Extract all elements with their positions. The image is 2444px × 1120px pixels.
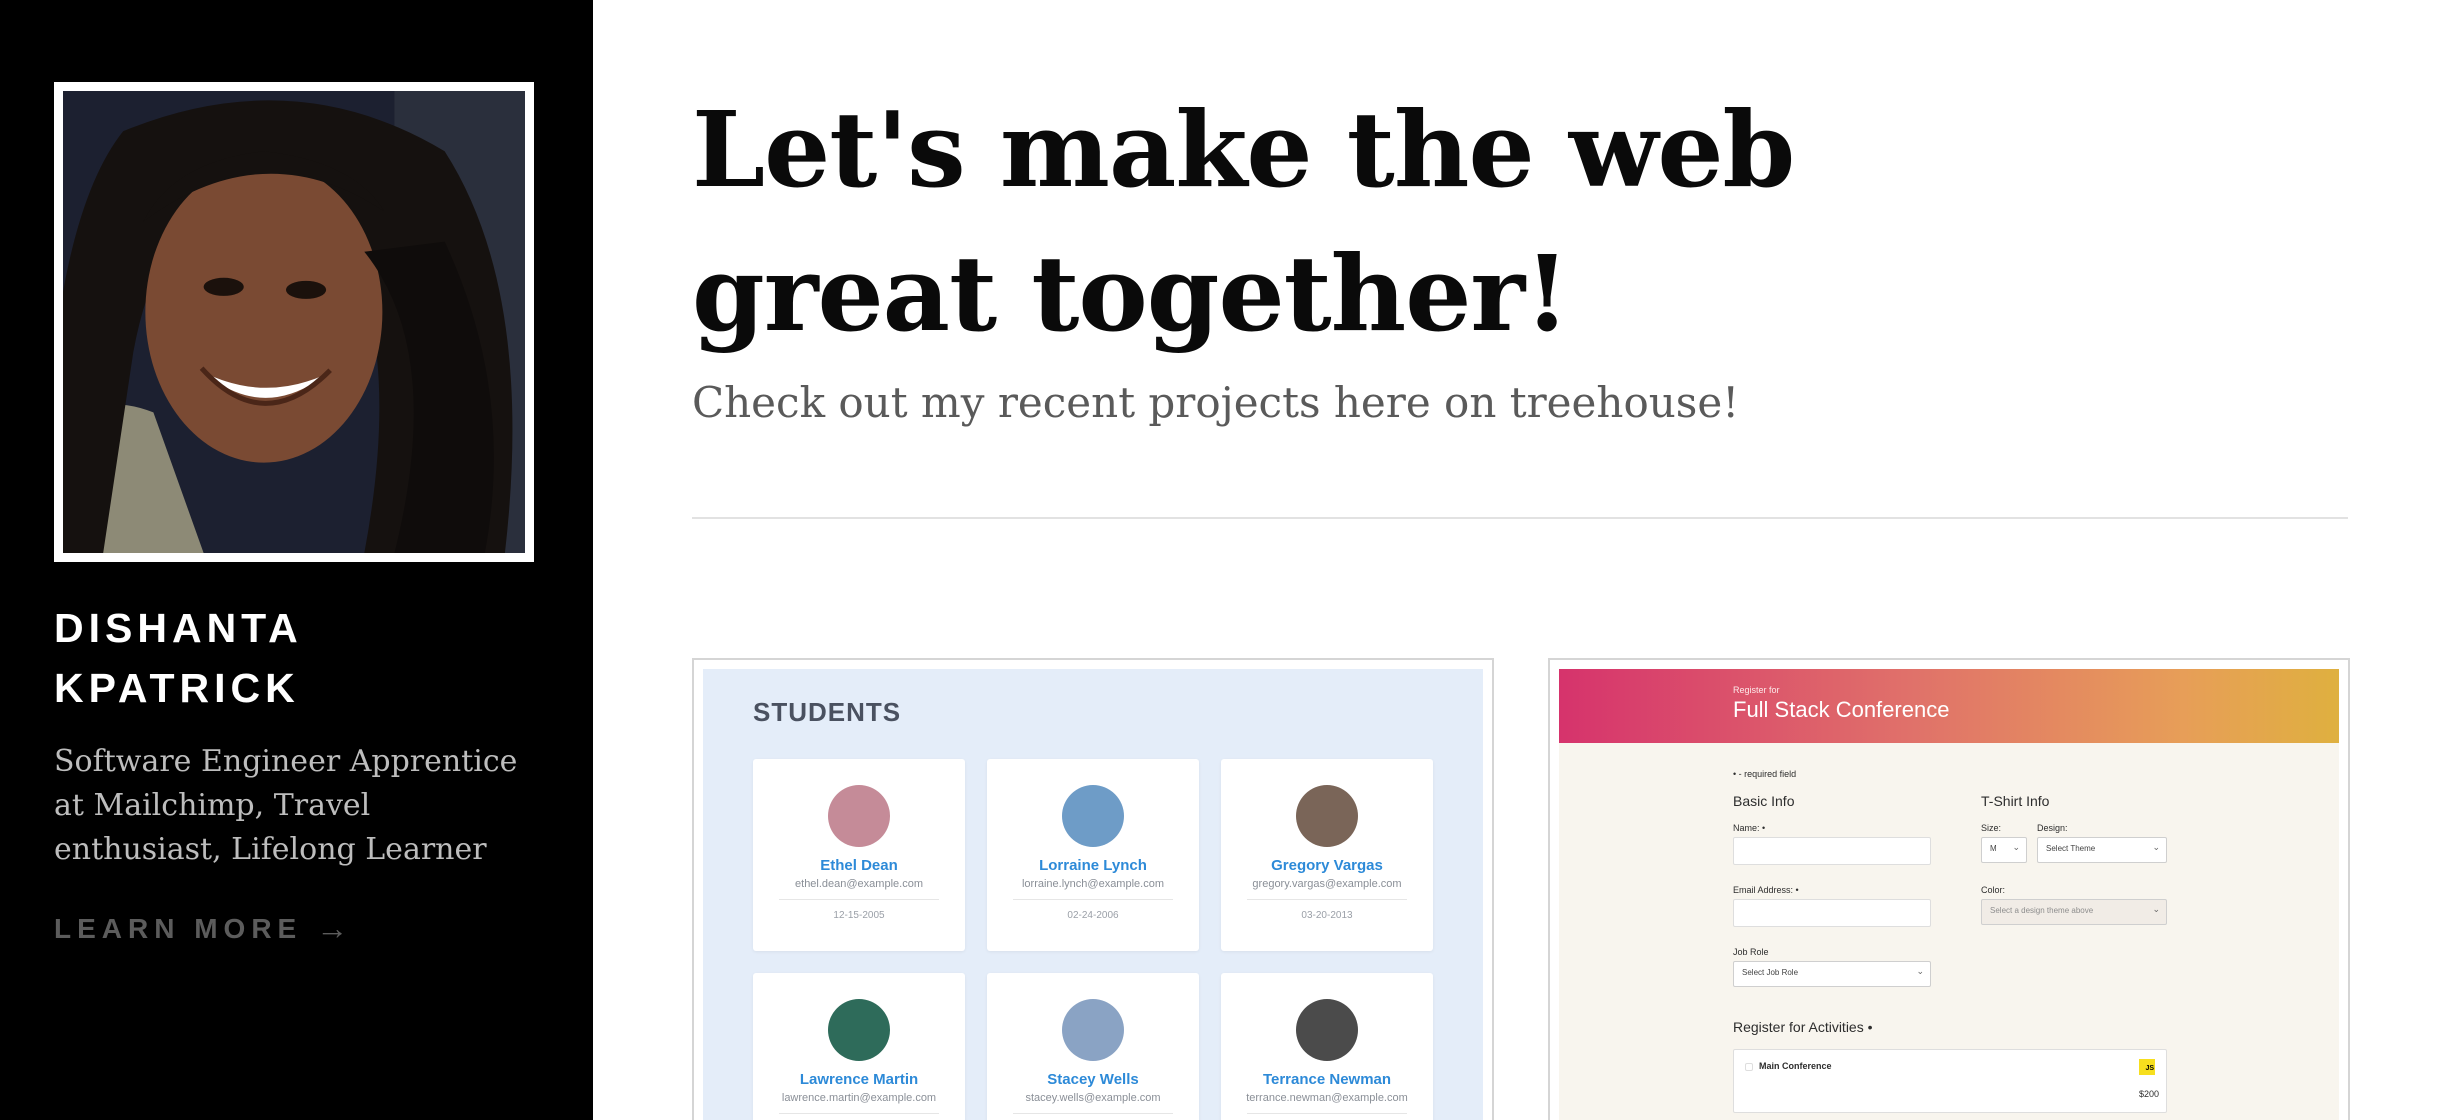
activity-main-conference — [1733, 1049, 2167, 1113]
tshirt-info-heading: T-Shirt Info — [1981, 793, 2050, 809]
arrow-right-icon: → — [316, 910, 349, 946]
js-logo: JS — [2139, 1059, 2155, 1075]
student-divider — [779, 899, 939, 900]
name-label: Name: • — [1733, 823, 1766, 833]
students-title: STUDENTS — [753, 697, 902, 727]
conference-thumbnail: Register for Full Stack Conference • - r… — [1559, 669, 2339, 1120]
student-avatar — [828, 999, 890, 1061]
chevron-down-icon: ⌄ — [2012, 842, 2020, 852]
size-select: M ⌄ — [1981, 837, 2027, 863]
chevron-down-icon: ⌄ — [2152, 842, 2160, 852]
student-avatar — [1062, 999, 1124, 1061]
project-card-conference[interactable]: Register for Full Stack Conference • - r… — [1548, 658, 2350, 1120]
color-value: Select a design theme above — [1990, 906, 2094, 915]
student-name: Lorraine Lynch — [1039, 857, 1147, 874]
activities-heading: Register for Activities • — [1733, 1019, 1873, 1035]
job-role-value: Select Job Role — [1742, 968, 1799, 977]
basic-info-heading: Basic Info — [1733, 793, 1795, 809]
student-email: stacey.wells@example.com — [1025, 1092, 1161, 1104]
profile-sidebar: DISHANTA KPATRICK Software Engineer Appr… — [0, 0, 593, 1120]
page-headline: Let's make the web great together! — [692, 88, 1795, 355]
student-date: 02-24-2006 — [1067, 910, 1119, 921]
email-field — [1733, 899, 1931, 927]
student-card: Lawrence Martin lawrence.martin@example.… — [753, 973, 965, 1120]
student-name: Lawrence Martin — [799, 1071, 919, 1088]
activity-checkbox — [1745, 1063, 1753, 1071]
author-bio: Software Engineer Apprentice at Mailchim… — [54, 744, 518, 867]
size-value: M — [1990, 844, 1997, 853]
student-email: gregory.vargas@example.com — [1252, 878, 1402, 890]
student-divider — [1247, 899, 1407, 900]
student-divider — [779, 1113, 939, 1114]
student-card: Ethel Dean ethel.dean@example.com 12-15-… — [753, 759, 965, 951]
student-divider — [1013, 899, 1173, 900]
conference-kicker: Register for — [1733, 685, 1780, 695]
job-role-select: Select Job Role ⌄ — [1733, 961, 1931, 987]
size-label: Size: — [1981, 823, 2002, 833]
chevron-down-icon: ⌄ — [1916, 966, 1924, 976]
activity-price: $200 — [2139, 1089, 2160, 1099]
students-thumbnail: STUDENTS Ethel Dean ethel.dean@example.c… — [703, 669, 1483, 1120]
chevron-down-icon: ⌄ — [2152, 904, 2160, 914]
student-avatar — [1062, 785, 1124, 847]
email-label: Email Address: • — [1733, 885, 1799, 895]
design-label: Design: — [2037, 823, 2068, 833]
learn-more-label: LEARN MORE — [54, 912, 303, 944]
conference-title: Full Stack Conference — [1733, 697, 1950, 722]
author-first-name: DISHANTA — [54, 605, 303, 651]
student-card: Terrance Newman terrance.newman@example.… — [1221, 973, 1433, 1120]
project-card-students[interactable]: STUDENTS Ethel Dean ethel.dean@example.c… — [692, 658, 1494, 1120]
student-name: Ethel Dean — [820, 857, 898, 874]
student-name: Terrance Newman — [1262, 1071, 1392, 1088]
author-last-name: KPATRICK — [54, 665, 300, 711]
student-card: Lorraine Lynch lorraine.lynch@example.co… — [987, 759, 1199, 951]
student-email: terrance.newman@example.com — [1246, 1092, 1408, 1104]
job-role-label: Job Role — [1733, 947, 1769, 957]
student-avatar — [1296, 785, 1358, 847]
section-divider — [692, 517, 2348, 519]
color-select: Select a design theme above ⌄ — [1981, 899, 2167, 925]
avatar — [54, 82, 534, 562]
student-grid: Ethel Dean ethel.dean@example.com 12-15-… — [753, 759, 1433, 1120]
student-avatar — [828, 785, 890, 847]
student-email: lawrence.martin@example.com — [781, 1092, 937, 1104]
name-field — [1733, 837, 1931, 865]
student-date: 12-15-2005 — [833, 910, 885, 921]
author-name: DISHANTA KPATRICK — [54, 598, 534, 718]
activity-name: Main Conference — [1759, 1061, 1832, 1071]
learn-more-link[interactable]: LEARN MORE → — [54, 910, 348, 947]
design-value: Select Theme — [2046, 844, 2096, 853]
student-date: 03-20-2013 — [1301, 910, 1353, 921]
student-card: Stacey Wells stacey.wells@example.com — [987, 973, 1199, 1120]
avatar-photo — [63, 91, 525, 553]
page-subheadline: Check out my recent projects here on tre… — [692, 378, 1740, 427]
color-label: Color: — [1981, 885, 2006, 895]
conference-header: Register for Full Stack Conference — [1559, 669, 2339, 743]
student-card: Gregory Vargas gregory.vargas@example.co… — [1221, 759, 1433, 951]
student-email: lorraine.lynch@example.com — [1021, 878, 1164, 890]
student-avatar — [1296, 999, 1358, 1061]
required-note: • - required field — [1733, 769, 1797, 779]
student-divider — [1247, 1113, 1407, 1114]
student-name: Gregory Vargas — [1271, 857, 1383, 874]
design-select: Select Theme ⌄ — [2037, 837, 2167, 863]
student-name: Stacey Wells — [1047, 1071, 1139, 1088]
student-email: ethel.dean@example.com — [795, 878, 923, 890]
student-divider — [1013, 1113, 1173, 1114]
